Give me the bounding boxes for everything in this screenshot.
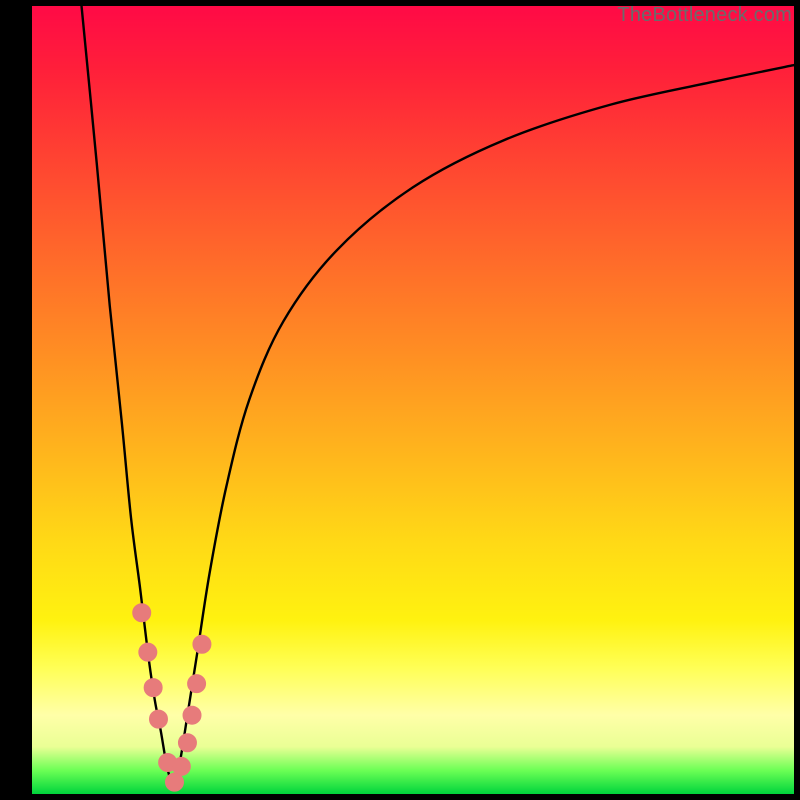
highlight-dot [149, 710, 167, 728]
plot-area [32, 6, 794, 794]
highlight-dot [144, 679, 162, 697]
curve-left-branch [82, 6, 173, 790]
curve-layer [82, 6, 794, 790]
watermark-text: TheBottleneck.com [617, 4, 792, 27]
highlight-dot [133, 604, 151, 622]
chart-frame: TheBottleneck.com [0, 0, 800, 800]
curve-right-branch [173, 65, 794, 790]
chart-svg [32, 6, 794, 794]
highlight-dot [193, 635, 211, 653]
highlight-dot [172, 757, 190, 775]
highlight-dot [188, 675, 206, 693]
highlight-dot [183, 706, 201, 724]
highlight-dot [178, 734, 196, 752]
highlight-dot [139, 643, 157, 661]
